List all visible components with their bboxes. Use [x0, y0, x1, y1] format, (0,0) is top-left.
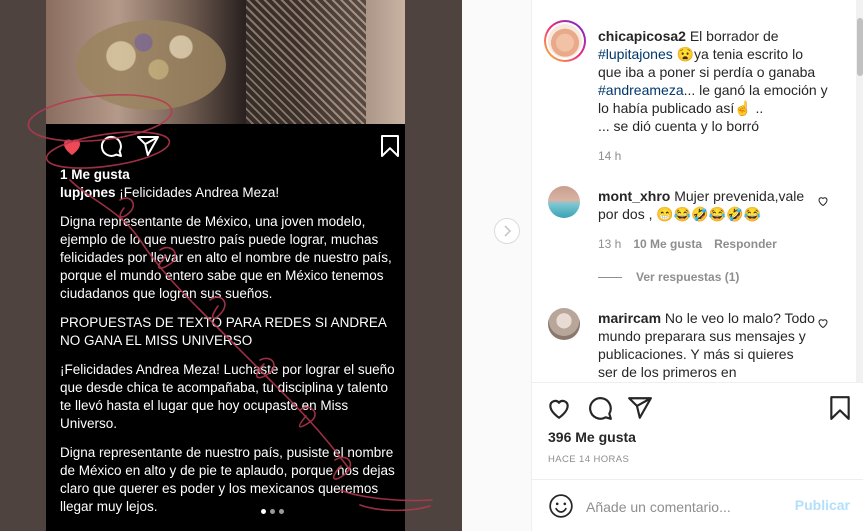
inner-caption-text: ¡Felicidades Andrea Meza! — [119, 185, 280, 200]
comment-icon[interactable] — [587, 395, 613, 421]
post-timestamp[interactable]: HACE 14 HORAS — [548, 454, 629, 465]
flower-bouquet — [76, 20, 226, 110]
comment-likes[interactable]: 10 Me gusta — [633, 237, 702, 251]
share-icon — [137, 136, 159, 156]
post-actions: 396 Me gusta HACE 14 HORAS Publicar — [532, 382, 863, 531]
view-replies-label: Ver respuestas (1) — [636, 270, 740, 284]
inner-paragraph: PROPUESTAS DE TEXTO PARA REDES SI ANDREA… — [60, 315, 387, 348]
view-replies-button[interactable]: Ver respuestas (1) — [598, 270, 739, 284]
caption-meta: 14 h — [598, 149, 621, 163]
inner-paragraph: Digna representante de México, una joven… — [60, 214, 392, 301]
post-caption: chicapicosa2 El borrador de #lupitajones… — [598, 27, 830, 135]
emoji-icon[interactable] — [548, 493, 574, 519]
share-icon[interactable] — [627, 395, 653, 421]
comment-like-icon[interactable] — [817, 317, 829, 329]
caption-username[interactable]: chicapicosa2 — [598, 28, 686, 44]
inner-action-bar — [46, 128, 405, 164]
comment-like-icon[interactable] — [817, 195, 829, 207]
carousel-dot — [279, 509, 284, 514]
add-comment-bar: Publicar — [532, 479, 863, 531]
comment-icon — [100, 135, 122, 157]
inner-like-count: 1 Me gusta — [60, 167, 130, 182]
carousel-dot — [261, 509, 266, 514]
reply-button[interactable]: Responder — [714, 237, 777, 251]
media-blur-left — [0, 0, 46, 531]
inner-caption-first: lupjones ¡Felicidades Andrea Meza! — [60, 184, 395, 202]
comment-username[interactable]: mont_xhro — [598, 188, 670, 204]
heart-filled-icon — [64, 139, 80, 155]
comments-scroll-area[interactable]: chicapicosa2 El borrador de #lupitajones… — [532, 0, 863, 382]
chevron-right-icon — [504, 225, 512, 237]
replies-divider — [598, 276, 622, 278]
comment-username[interactable]: marircam — [598, 310, 661, 326]
inner-paragraph: Digna representante de nuestro país, pus… — [60, 445, 395, 514]
comments-panel: chicapicosa2 El borrador de #lupitajones… — [531, 0, 863, 531]
inner-paragraph: ¡Felicidades Andrea Meza! Luchaste por l… — [60, 362, 395, 431]
heart-icon[interactable] — [546, 395, 572, 421]
carousel-indicator — [261, 509, 284, 514]
avatar[interactable] — [548, 186, 580, 218]
comment-input[interactable] — [586, 496, 786, 518]
screenshot-image: 1 Me gusta lupjones ¡Felicidades Andrea … — [46, 0, 405, 531]
comment-meta: 13 h 10 Me gusta Responder — [598, 237, 777, 251]
caption-text: El borrador de — [685, 28, 779, 44]
hashtag-link[interactable]: #lupitajones — [598, 46, 673, 62]
next-post-button[interactable] — [494, 218, 520, 244]
avatar-story-ring[interactable] — [544, 20, 586, 62]
scrollbar[interactable] — [856, 0, 863, 382]
hashtag-link[interactable]: #andreameza — [598, 82, 684, 98]
post-media[interactable]: 1 Me gusta lupjones ¡Felicidades Andrea … — [0, 0, 531, 531]
bookmark-icon[interactable] — [827, 395, 853, 421]
avatar — [548, 24, 582, 58]
caption-text: ... se dió cuenta y lo borró — [598, 118, 760, 134]
sequin-dress — [246, 0, 366, 124]
photo-crop — [46, 0, 405, 124]
comment-text: marircam No le veo lo malo? Todo mundo p… — [598, 309, 816, 381]
media-blur-right — [405, 0, 462, 531]
post-viewer: 1 Me gusta lupjones ¡Felicidades Andrea … — [0, 0, 863, 531]
publish-button[interactable]: Publicar — [795, 497, 850, 513]
inner-username: lupjones — [60, 185, 116, 200]
scrollbar-thumb[interactable] — [857, 18, 863, 76]
carousel-dot — [270, 509, 275, 514]
comment-time[interactable]: 13 h — [598, 237, 621, 251]
screenshot-caption: 1 Me gusta lupjones ¡Felicidades Andrea … — [60, 166, 395, 516]
caption-time[interactable]: 14 h — [598, 149, 621, 163]
like-count[interactable]: 396 Me gusta — [548, 429, 636, 445]
comment-text: mont_xhro Mujer prevenida,vale por dos ,… — [598, 187, 816, 223]
bookmark-icon — [381, 135, 399, 157]
media-gutter — [462, 0, 531, 531]
avatar[interactable] — [548, 308, 580, 340]
